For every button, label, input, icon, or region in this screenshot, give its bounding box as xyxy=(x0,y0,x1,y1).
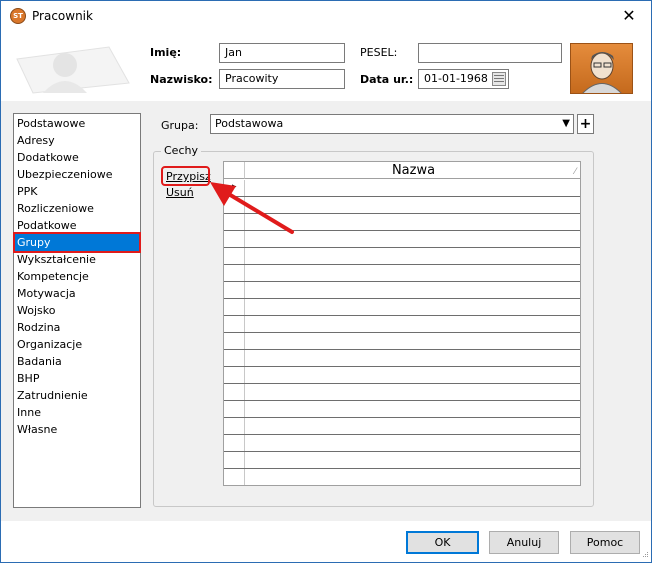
row-indicator-cell[interactable] xyxy=(224,248,245,264)
nav-item-rodzina[interactable]: Rodzina xyxy=(15,319,139,336)
row-indicator-cell[interactable] xyxy=(224,316,245,332)
title-bar: ST Pracownik ✕ xyxy=(1,1,651,31)
cechy-grid[interactable]: Nazwa ⁄ ▸ xyxy=(223,161,581,486)
nazwisko-label: Nazwisko: xyxy=(150,73,213,86)
dropdown-arrow-icon[interactable]: ▼ xyxy=(562,118,570,129)
usun-link[interactable]: Usuń xyxy=(166,186,194,199)
przypisz-highlight xyxy=(161,166,210,186)
cechy-title: Cechy xyxy=(161,144,201,157)
row-indicator-cell[interactable] xyxy=(224,231,245,247)
grid-row[interactable] xyxy=(224,367,580,384)
nav-item-ppk[interactable]: PPK xyxy=(15,183,139,200)
grid-row[interactable]: ▸ xyxy=(224,180,580,197)
calendar-icon[interactable] xyxy=(492,72,506,86)
nav-item-motywacja[interactable]: Motywacja xyxy=(15,285,139,302)
row-indicator-cell[interactable] xyxy=(224,197,245,213)
nav-item-rozliczeniowe[interactable]: Rozliczeniowe xyxy=(15,200,139,217)
avatar-person-icon xyxy=(582,52,622,93)
grupa-label: Grupa: xyxy=(161,119,199,132)
window-title: Pracownik xyxy=(32,9,93,23)
row-indicator-cell[interactable] xyxy=(224,265,245,281)
nav-item-grupy[interactable]: Grupy xyxy=(13,232,141,253)
grid-row[interactable] xyxy=(224,469,580,485)
section-list[interactable]: Podstawowe Adresy Dodatkowe Ubezpieczeni… xyxy=(13,113,141,508)
nav-item-ubezpieczeniowe[interactable]: Ubezpieczeniowe xyxy=(15,166,139,183)
close-icon[interactable]: ✕ xyxy=(607,1,651,31)
grid-row[interactable] xyxy=(224,299,580,316)
grid-row[interactable] xyxy=(224,316,580,333)
nav-item-badania[interactable]: Badania xyxy=(15,353,139,370)
cancel-button[interactable]: Anuluj xyxy=(489,531,559,554)
nazwisko-input[interactable]: Pracowity xyxy=(219,69,345,89)
person-silhouette-icon xyxy=(16,46,130,94)
nav-item-podstawowe[interactable]: Podstawowe xyxy=(15,115,139,132)
row-indicator-cell[interactable] xyxy=(224,452,245,468)
nav-item-podatkowe[interactable]: Podatkowe xyxy=(15,217,139,234)
nav-item-kompetencje[interactable]: Kompetencje xyxy=(15,268,139,285)
row-indicator-cell[interactable] xyxy=(224,435,245,451)
grid-row[interactable] xyxy=(224,350,580,367)
birthdate-label: Data ur.: xyxy=(360,73,414,86)
row-indicator-cell[interactable] xyxy=(224,299,245,315)
grid-row[interactable] xyxy=(224,231,580,248)
imie-input[interactable]: Jan xyxy=(219,43,345,63)
grid-row[interactable] xyxy=(224,214,580,231)
nav-item-organizacje[interactable]: Organizacje xyxy=(15,336,139,353)
nav-item-dodatkowe[interactable]: Dodatkowe xyxy=(15,149,139,166)
resize-grip-icon[interactable] xyxy=(639,550,649,560)
grid-row[interactable] xyxy=(224,384,580,401)
add-grupa-button[interactable]: + xyxy=(577,114,594,134)
pesel-label: PESEL: xyxy=(360,46,398,59)
row-indicator-cell[interactable] xyxy=(224,350,245,366)
grid-row[interactable] xyxy=(224,435,580,452)
row-indicator-cell[interactable] xyxy=(224,282,245,298)
nav-item-zatrudnienie[interactable]: Zatrudnienie xyxy=(15,387,139,404)
app-logo-icon: ST xyxy=(10,8,26,24)
grid-corner-cell xyxy=(224,162,245,179)
column-resize-icon: ⁄ xyxy=(574,167,576,177)
nav-item-inne[interactable]: Inne xyxy=(15,404,139,421)
grid-row[interactable] xyxy=(224,333,580,350)
nav-item-adresy[interactable]: Adresy xyxy=(15,132,139,149)
row-indicator-cell[interactable] xyxy=(224,384,245,400)
grid-row[interactable] xyxy=(224,282,580,299)
grid-row[interactable] xyxy=(224,452,580,469)
birthdate-value: 01-01-1968 xyxy=(424,72,488,85)
nav-item-wyksztalcenie[interactable]: Wykształcenie xyxy=(15,251,139,268)
row-indicator-cell[interactable] xyxy=(224,401,245,417)
pesel-input[interactable] xyxy=(418,43,562,63)
row-indicator-cell[interactable] xyxy=(224,469,245,485)
imie-label: Imię: xyxy=(150,46,182,59)
row-indicator-cell[interactable] xyxy=(224,367,245,383)
grid-row[interactable] xyxy=(224,197,580,214)
grid-row[interactable] xyxy=(224,418,580,435)
grid-row[interactable] xyxy=(224,265,580,282)
grid-row[interactable] xyxy=(224,401,580,418)
ok-button[interactable]: OK xyxy=(406,531,479,554)
birthdate-input[interactable]: 01-01-1968 xyxy=(418,69,509,89)
row-indicator-cell[interactable]: ▸ xyxy=(224,180,245,196)
nav-item-bhp[interactable]: BHP xyxy=(15,370,139,387)
column-header-label: Nazwa xyxy=(391,163,436,178)
grupa-select[interactable]: Podstawowa ▼ xyxy=(210,114,574,134)
row-indicator-cell[interactable] xyxy=(224,333,245,349)
employee-avatar[interactable] xyxy=(570,43,633,94)
row-indicator-cell[interactable] xyxy=(224,418,245,434)
grupa-value: Podstawowa xyxy=(215,117,284,130)
grid-row[interactable] xyxy=(224,248,580,265)
current-row-marker-icon: ▸ xyxy=(232,182,237,192)
column-header-nazwa[interactable]: Nazwa ⁄ xyxy=(245,162,580,179)
nav-item-wlasne[interactable]: Własne xyxy=(15,421,139,438)
help-button[interactable]: Pomoc xyxy=(570,531,640,554)
nav-item-wojsko[interactable]: Wojsko xyxy=(15,302,139,319)
employee-dialog: ST Pracownik ✕ Imię: Jan PESEL: Nazwisko… xyxy=(0,0,652,563)
row-indicator-cell[interactable] xyxy=(224,214,245,230)
